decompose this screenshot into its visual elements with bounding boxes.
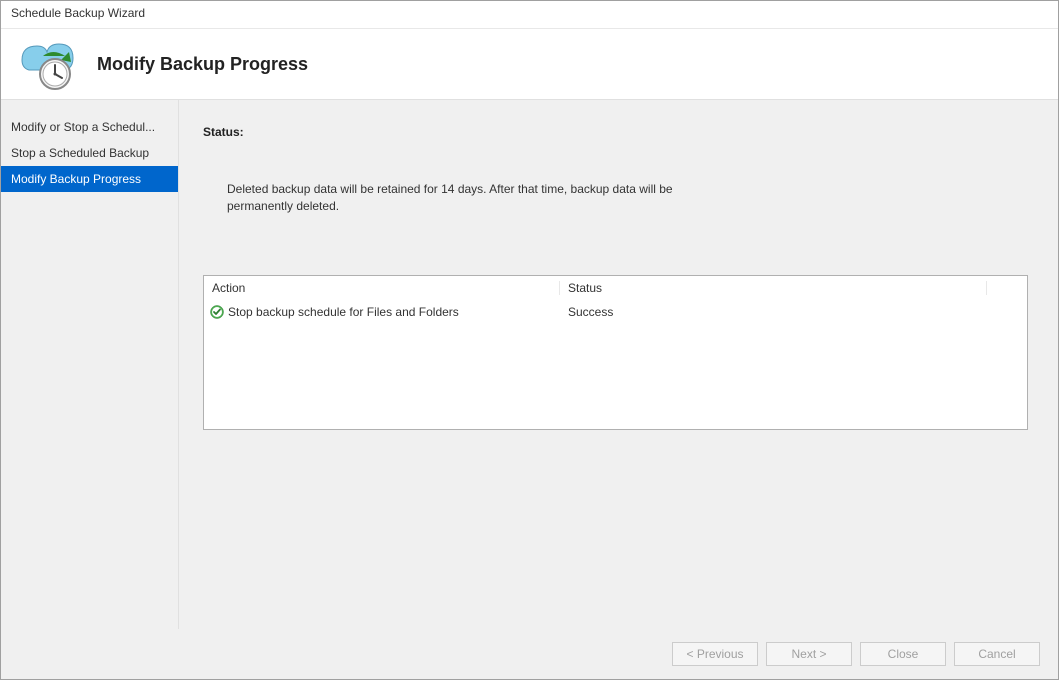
action-text: Stop backup schedule for Files and Folde… <box>228 305 459 319</box>
previous-button[interactable]: < Previous <box>672 642 758 666</box>
table-row: Stop backup schedule for Files and Folde… <box>204 301 1027 323</box>
sidebar-item-stop-scheduled[interactable]: Stop a Scheduled Backup <box>1 140 178 166</box>
page-title: Modify Backup Progress <box>97 54 308 75</box>
status-label: Status: <box>203 125 1028 139</box>
column-header-status[interactable]: Status <box>560 281 987 295</box>
table-header-row: Action Status <box>204 276 1027 301</box>
status-description: Deleted backup data will be retained for… <box>227 181 727 215</box>
wizard-steps-sidebar: Modify or Stop a Schedul... Stop a Sched… <box>1 100 179 629</box>
sidebar-item-modify-or-stop[interactable]: Modify or Stop a Schedul... <box>1 114 178 140</box>
cancel-button[interactable]: Cancel <box>954 642 1040 666</box>
content-panel: Status: Deleted backup data will be reta… <box>179 100 1058 629</box>
cell-action: Stop backup schedule for Files and Folde… <box>204 305 560 319</box>
cell-status: Success <box>560 305 1027 319</box>
window-title: Schedule Backup Wizard <box>1 1 1058 29</box>
success-check-icon <box>210 305 224 319</box>
backup-clock-icon <box>17 38 77 90</box>
close-button[interactable]: Close <box>860 642 946 666</box>
sidebar-item-modify-progress[interactable]: Modify Backup Progress <box>1 166 178 192</box>
wizard-footer: < Previous Next > Close Cancel <box>1 629 1058 679</box>
column-header-action[interactable]: Action <box>204 281 560 295</box>
wizard-header: Modify Backup Progress <box>1 29 1058 99</box>
next-button[interactable]: Next > <box>766 642 852 666</box>
progress-table: Action Status Stop backup schedule for F… <box>203 275 1028 430</box>
